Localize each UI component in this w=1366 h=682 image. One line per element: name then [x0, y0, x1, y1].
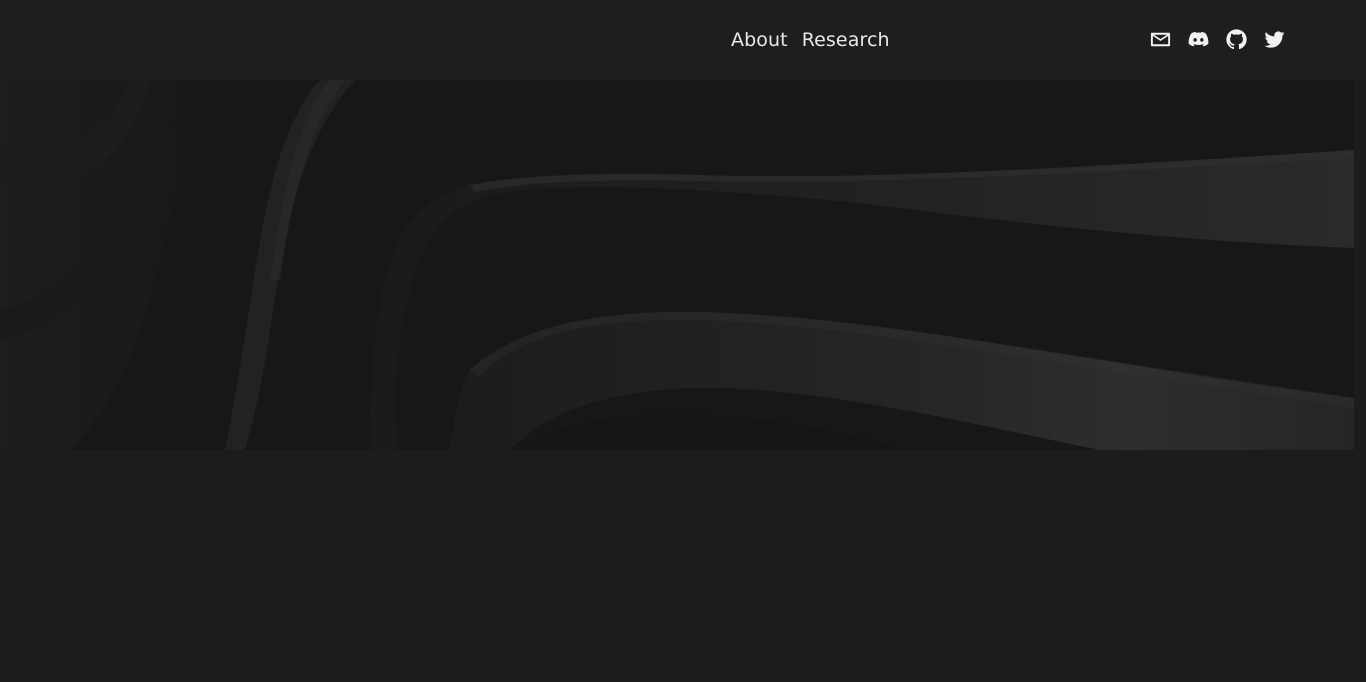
mail-icon [1150, 32, 1171, 47]
page-content [0, 450, 1366, 682]
site-header: About Research [0, 0, 1366, 80]
abstract-waves-image [0, 80, 1354, 450]
github-link[interactable] [1225, 28, 1248, 51]
discord-icon [1188, 31, 1209, 47]
github-icon [1226, 29, 1247, 50]
nav-link-about[interactable]: About [731, 27, 788, 53]
twitter-link[interactable] [1263, 28, 1286, 51]
nav-link-research[interactable]: Research [802, 27, 890, 53]
twitter-icon [1264, 31, 1285, 48]
mail-link[interactable] [1149, 28, 1172, 51]
hero-banner [0, 80, 1354, 450]
discord-link[interactable] [1187, 28, 1210, 51]
main-nav: About Research [731, 27, 890, 53]
social-links [1149, 28, 1286, 51]
